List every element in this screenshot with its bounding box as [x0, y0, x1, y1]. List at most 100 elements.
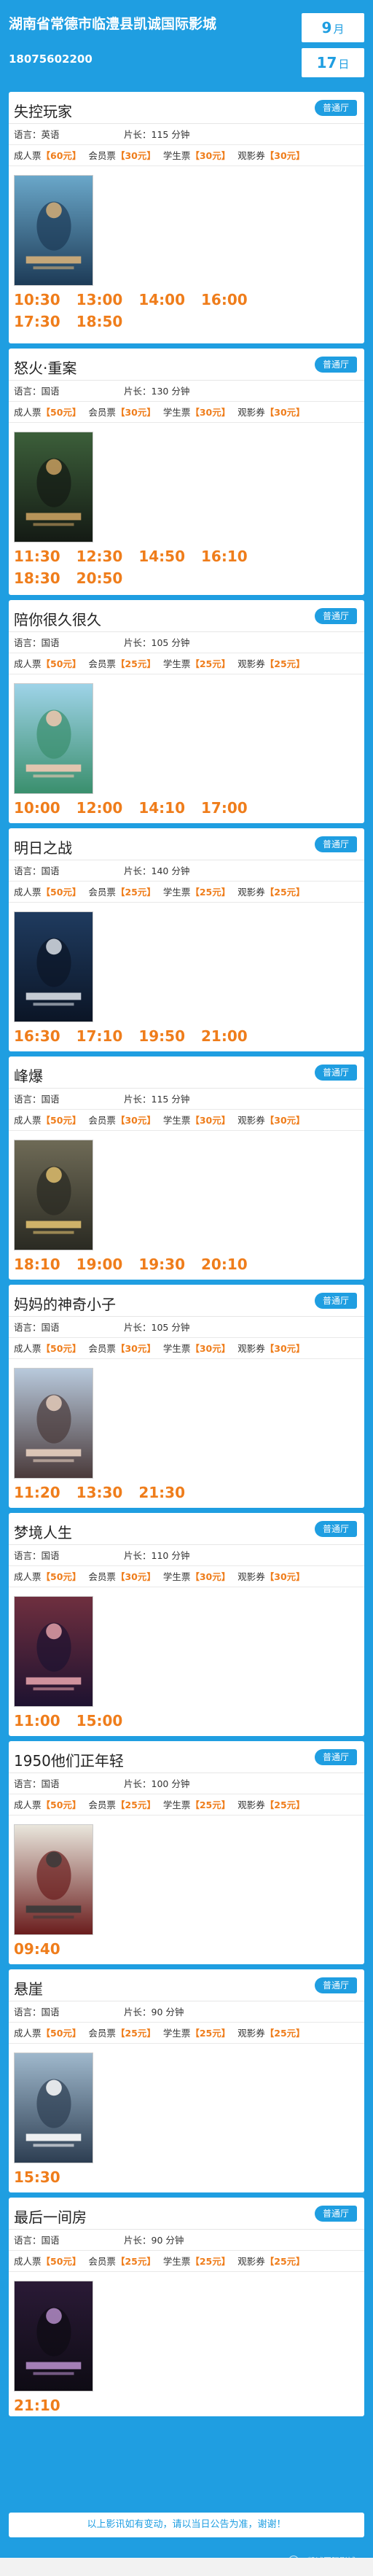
showtime[interactable]: 12:00 [76, 799, 123, 817]
showtime[interactable]: 15:00 [76, 1712, 123, 1729]
movie-card[interactable]: 悬崖 普通厅 语言：国语 片长：90 分钟 成人票【50元】 会员票【25元】 学生… [9, 1969, 364, 2192]
showtime[interactable]: 11:00 [14, 1712, 60, 1729]
showtime[interactable]: 19:00 [76, 1256, 123, 1273]
duration-label: 片长： [124, 2235, 152, 2246]
movie-poster[interactable] [14, 1140, 93, 1250]
showtime[interactable]: 13:00 [76, 291, 123, 308]
movie-title[interactable]: 明日之战 [14, 836, 72, 857]
showtimes: 10:00 12:00 14:10 17:00 [9, 797, 364, 819]
showtime[interactable]: 21:00 [201, 1027, 248, 1045]
showtime[interactable]: 10:00 [14, 799, 60, 817]
student-price: 【30元】 [190, 1571, 231, 1582]
adult-label: 成人票 [14, 150, 42, 161]
showtime[interactable]: 16:30 [14, 1027, 60, 1045]
movie-info-row: 语言：国语 片长：115 分钟 [9, 1089, 364, 1110]
showtime[interactable]: 19:50 [138, 1027, 185, 1045]
date-month-box: 9月 [302, 13, 364, 42]
adult-label: 成人票 [14, 2028, 42, 2039]
showtime[interactable]: 17:00 [201, 799, 248, 817]
showtime[interactable]: 19:30 [138, 1256, 185, 1273]
showtime-line: 15:30 [14, 2166, 359, 2188]
showtime[interactable]: 14:10 [138, 799, 185, 817]
language-label: 语言： [14, 129, 42, 140]
movie-poster[interactable] [14, 432, 93, 542]
showtime[interactable]: 16:00 [201, 291, 248, 308]
movie-title[interactable]: 怒火·重案 [14, 357, 76, 378]
price-row: 成人票【50元】 会员票【25元】 学生票【25元】 观影券【25元】 [9, 882, 364, 903]
voucher-price: 【30元】 [264, 407, 305, 418]
movie-title[interactable]: 妈妈的神奇小子 [14, 1293, 116, 1314]
showtime[interactable]: 15:30 [14, 2168, 60, 2186]
showtime[interactable]: 17:30 [14, 313, 60, 330]
showtime[interactable]: 11:30 [14, 548, 60, 565]
duration-label: 片长： [124, 1550, 152, 1561]
showtime[interactable]: 14:50 [138, 548, 185, 565]
movie-head: 悬崖 普通厅 [9, 1969, 364, 2001]
movie-card[interactable]: 陪你很久很久 普通厅 语言：国语 片长：105 分钟 成人票【50元】 会员票【2… [9, 600, 364, 823]
showtime[interactable]: 18:30 [14, 569, 60, 587]
language-label: 语言： [14, 1094, 42, 1105]
poster-area [9, 423, 364, 545]
movie-card[interactable]: 失控玩家 普通厅 语言：英语 片长：115 分钟 成人票【60元】 会员票【30元… [9, 92, 364, 343]
movie-card[interactable]: 妈妈的神奇小子 普通厅 语言：国语 片长：105 分钟 成人票【50元】 会员票【… [9, 1285, 364, 1508]
showtime[interactable]: 16:10 [201, 548, 248, 565]
showtime[interactable]: 14:00 [138, 291, 185, 308]
adult-label: 成人票 [14, 2256, 42, 2267]
movie-info-row: 语言：国语 片长：110 分钟 [9, 1545, 364, 1566]
price-row: 成人票【50元】 会员票【25元】 学生票【25元】 观影券【25元】 [9, 653, 364, 674]
movie-poster[interactable] [14, 175, 93, 286]
showtime[interactable]: 12:30 [76, 548, 123, 565]
duration-value: 105 [151, 1322, 169, 1333]
movie-title[interactable]: 峰爆 [14, 1065, 43, 1086]
movie-poster[interactable] [14, 1824, 93, 1935]
showtime[interactable]: 13:30 [76, 1484, 123, 1501]
movie-head: 陪你很久很久 普通厅 [9, 600, 364, 632]
showtime[interactable]: 10:30 [14, 291, 60, 308]
movie-title[interactable]: 失控玩家 [14, 100, 72, 121]
movie-poster[interactable] [14, 1596, 93, 1707]
adult-price: 【50元】 [41, 2256, 82, 2267]
showtime[interactable]: 20:50 [76, 569, 123, 587]
movie-poster[interactable] [14, 2281, 93, 2392]
movie-poster[interactable] [14, 911, 93, 1022]
cinema-phone[interactable]: 18075602200 [9, 52, 93, 66]
showtime[interactable]: 21:30 [138, 1484, 185, 1501]
movie-card[interactable]: 梦境人生 普通厅 语言：国语 片长：110 分钟 成人票【50元】 会员票【30元… [9, 1513, 364, 1736]
duration-group: 片长：105 分钟 [124, 632, 189, 653]
duration-unit: 分钟 [171, 129, 190, 140]
showtime-line: 10:30 13:00 14:00 16:00 [14, 289, 359, 311]
movie-card[interactable]: 1950他们正年轻 普通厅 语言：国语 片长：100 分钟 成人票【50元】 会员… [9, 1741, 364, 1964]
movie-poster[interactable] [14, 1368, 93, 1479]
showtime[interactable]: 20:10 [201, 1256, 248, 1273]
showtime[interactable]: 18:10 [14, 1256, 60, 1273]
hall-badge: 普通厅 [315, 2206, 357, 2222]
movie-title[interactable]: 最后一间房 [14, 2206, 87, 2227]
movie-poster[interactable] [14, 683, 93, 794]
showtime[interactable]: 21:10 [14, 2397, 60, 2414]
movie-card[interactable]: 明日之战 普通厅 语言：国语 片长：140 分钟 成人票【50元】 会员票【25元… [9, 828, 364, 1051]
movie-card[interactable]: 峰爆 普通厅 语言：国语 片长：115 分钟 成人票【50元】 会员票【30元】学… [9, 1057, 364, 1280]
movie-card[interactable]: 怒火·重案 普通厅 语言：国语 片长：130 分钟 成人票【50元】 会员票【30… [9, 349, 364, 595]
movie-title[interactable]: 梦境人生 [14, 1521, 72, 1542]
price-row: 成人票【50元】 会员票【25元】 学生票【25元】 观影券【25元】 [9, 2251, 364, 2272]
month-value: 9 [321, 19, 332, 36]
student-label: 学生票 [162, 407, 191, 418]
showtime[interactable]: 17:10 [76, 1027, 123, 1045]
showtime[interactable]: 09:40 [14, 1940, 60, 1958]
movie-poster[interactable] [14, 2052, 93, 2163]
movie-title[interactable]: 陪你很久很久 [14, 608, 101, 629]
price-row: 成人票【50元】 会员票【30元】 学生票【30元】 观影券【30元】 [9, 1338, 364, 1359]
voucher-label: 观影券 [237, 1571, 265, 1582]
duration-unit: 分钟 [171, 386, 190, 397]
member-label: 会员票 [88, 1799, 116, 1810]
movie-title[interactable]: 1950他们正年轻 [14, 1749, 124, 1770]
movie-title[interactable]: 悬崖 [14, 1977, 43, 1999]
movie-card[interactable]: 最后一间房 普通厅 语言：国语 片长：90 分钟 成人票【50元】 会员票【25元… [9, 2198, 364, 2416]
month-unit: 月 [333, 23, 345, 36]
duration-unit: 分钟 [171, 637, 190, 648]
duration-unit: 分钟 [171, 1550, 190, 1561]
member-price: 【25元】 [115, 2256, 156, 2267]
showtime[interactable]: 11:20 [14, 1484, 60, 1501]
voucher-label: 观影券 [237, 2028, 265, 2039]
showtime[interactable]: 18:50 [76, 313, 123, 330]
